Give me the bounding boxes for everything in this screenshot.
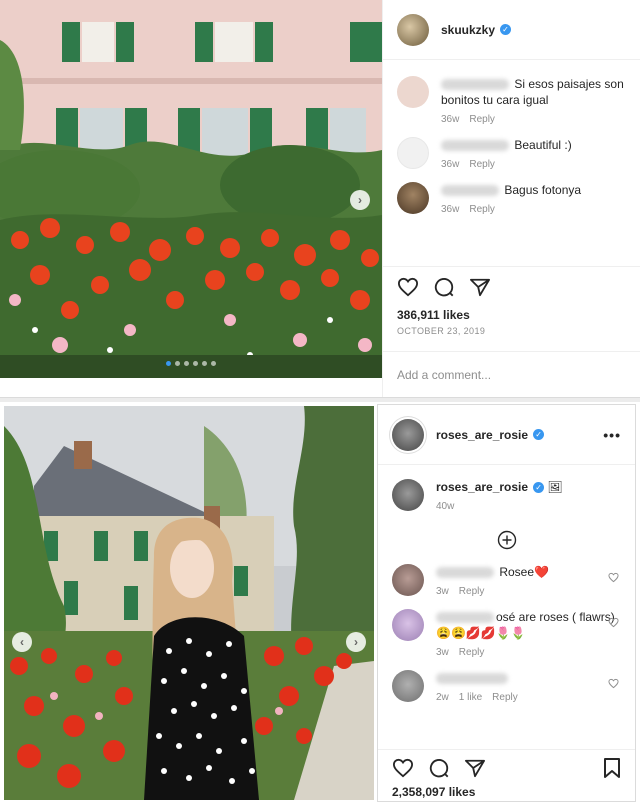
carousel-dots — [166, 361, 216, 366]
post-image-portrait-garden[interactable]: ‹ › — [4, 406, 374, 800]
more-options-icon[interactable]: ••• — [603, 427, 621, 443]
comment-icon[interactable] — [433, 276, 455, 298]
heart-icon[interactable] — [397, 277, 419, 297]
plus-circle-icon[interactable] — [497, 530, 517, 550]
avatar[interactable] — [392, 479, 424, 511]
reply-link[interactable]: Reply — [469, 204, 495, 215]
post-date: OCTOBER 23, 2019 — [397, 326, 486, 336]
garden-house-photo — [0, 0, 382, 378]
avatar[interactable] — [392, 609, 424, 641]
like-comment-heart-icon[interactable] — [608, 617, 619, 628]
username[interactable]: roses_are_rosie — [436, 428, 528, 442]
comment-time: 36w — [441, 159, 460, 170]
comment-time: 36w — [441, 114, 460, 125]
reply-link[interactable]: Reply — [492, 692, 518, 703]
blurred-username[interactable] — [441, 79, 509, 91]
heart-icon[interactable] — [392, 758, 414, 778]
post-image-garden-house[interactable]: › — [0, 0, 382, 378]
portrait-garden-photo — [4, 406, 374, 800]
avatar[interactable] — [397, 13, 429, 46]
reply-link[interactable]: Reply — [459, 586, 485, 597]
load-more-comments[interactable] — [378, 516, 635, 556]
post-header: roses_are_rosie ✓ ••• — [378, 405, 635, 465]
next-arrow-icon[interactable]: › — [350, 190, 370, 210]
verified-badge-icon: ✓ — [533, 482, 545, 494]
comment-item: Beautiful :) 36w Reply — [383, 129, 640, 174]
comment-text: osé are roses ( flawrs) — [496, 610, 615, 624]
comment-emojis: 😩😩💋💋🌷🌷 — [436, 626, 526, 640]
comment-item: Bagus fotonya 36w Reply — [383, 174, 640, 219]
action-bar — [378, 749, 635, 785]
next-arrow-icon[interactable]: › — [346, 632, 366, 652]
avatar[interactable] — [392, 564, 424, 596]
avatar[interactable] — [392, 670, 424, 702]
caption: roses_are_rosie ✓ 🖼 40w — [378, 465, 635, 516]
avatar[interactable] — [397, 137, 429, 169]
comment-time: 2w — [436, 692, 449, 703]
like-comment-heart-icon[interactable] — [608, 572, 619, 583]
prev-arrow-icon[interactable]: ‹ — [12, 632, 32, 652]
reply-link[interactable]: Reply — [469, 159, 495, 170]
verified-badge-icon: ✓ — [500, 24, 512, 35]
post-bottom: ‹ › roses_are_rosie ✓ ••• roses_are_rosi… — [0, 402, 640, 802]
post-sidebar: roses_are_rosie ✓ ••• roses_are_rosie ✓ 🖼… — [377, 404, 636, 802]
comment-time: 36w — [441, 204, 460, 215]
post-top: › skuukzky ✓ Si esos paisajes son bonito… — [0, 0, 640, 398]
blurred-username[interactable] — [436, 673, 508, 685]
action-bar — [383, 266, 640, 306]
comment-item: Rosee❤️ 3w Reply — [378, 556, 635, 601]
reply-link[interactable]: Reply — [469, 114, 495, 125]
comment-like-count[interactable]: 1 like — [459, 692, 482, 703]
blurred-username[interactable] — [436, 567, 494, 579]
likes-count[interactable]: 2,358,097 likes — [378, 785, 489, 801]
comment-icon[interactable] — [428, 757, 450, 779]
comment-time: 3w — [436, 586, 449, 597]
blurred-username[interactable] — [441, 140, 509, 152]
avatar[interactable] — [392, 418, 424, 451]
verified-badge-icon: ✓ — [533, 429, 545, 440]
add-comment-input[interactable]: Add a comment... — [383, 351, 640, 397]
share-icon[interactable] — [469, 277, 491, 297]
like-comment-heart-icon[interactable] — [608, 678, 619, 689]
comment-item: Si esos paisajes son bonitos tu cara igu… — [383, 60, 640, 129]
comment-item: 2w 1 like Reply — [378, 662, 635, 707]
comment-text: Rosee❤️ — [499, 565, 549, 579]
comment-text: Beautiful :) — [514, 138, 572, 152]
share-icon[interactable] — [464, 758, 486, 778]
blurred-username[interactable] — [441, 185, 499, 197]
reply-link[interactable]: Reply — [459, 647, 485, 658]
blurred-username[interactable] — [436, 612, 494, 624]
avatar[interactable] — [397, 76, 429, 108]
username[interactable]: skuukzky — [441, 23, 495, 37]
caption-time: 40w — [436, 501, 455, 512]
comment-item: osé are roses ( flawrs) 😩😩💋💋🌷🌷 3w Reply — [378, 601, 635, 662]
comment-text: Bagus fotonya — [504, 183, 582, 197]
avatar[interactable] — [397, 182, 429, 214]
post-header: skuukzky ✓ — [383, 0, 640, 60]
post-sidebar: skuukzky ✓ Si esos paisajes son bonitos … — [382, 0, 640, 397]
caption-username[interactable]: roses_are_rosie — [436, 480, 528, 494]
comment-time: 3w — [436, 647, 449, 658]
likes-count[interactable]: 386,911 likes — [383, 308, 640, 322]
bookmark-icon[interactable] — [603, 757, 621, 779]
caption-emoji: 🖼 — [547, 480, 563, 494]
